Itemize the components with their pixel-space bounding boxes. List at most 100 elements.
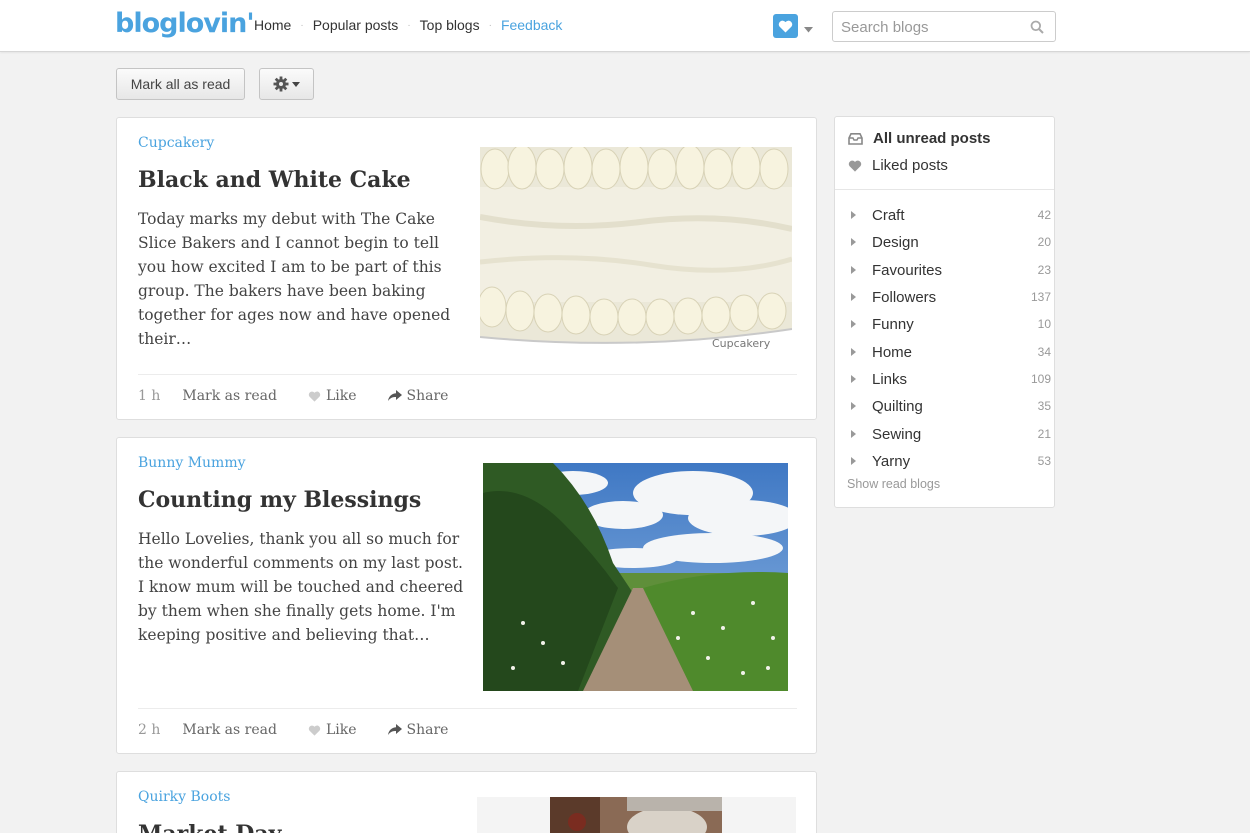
category-label: Design (872, 233, 919, 251)
nav-popular-posts[interactable]: Popular posts (313, 17, 399, 33)
category-label: Followers (872, 288, 937, 306)
mark-as-read-link[interactable]: Mark as read (182, 388, 277, 404)
category-count: 53 (1037, 454, 1051, 468)
sidebar-item-favourites[interactable]: Favourites 23 (851, 260, 1051, 280)
triangle-right-icon (851, 348, 856, 356)
liked-posts-label: Liked posts (872, 157, 948, 174)
triangle-right-icon (851, 375, 856, 383)
sidebar-item-funny[interactable]: Funny 10 (851, 314, 1051, 334)
category-label: Sewing (872, 425, 922, 443)
post-card: Quirky Boots Market Day (116, 771, 817, 833)
category-count: 21 (1037, 427, 1051, 441)
all-unread-posts-link[interactable]: All unread posts (848, 130, 991, 147)
post-title[interactable]: Market Day (138, 821, 281, 833)
like-link[interactable]: Like (308, 388, 357, 404)
triangle-right-icon (851, 266, 856, 274)
nav-separator: · (407, 19, 411, 31)
mark-all-read-button[interactable]: Mark all as read (116, 68, 245, 100)
share-arrow-icon (387, 390, 402, 401)
sidebar-item-design[interactable]: Design 20 (851, 232, 1051, 252)
cake-photo: Cupcakery (480, 147, 792, 355)
category-label: Quilting (872, 397, 923, 415)
top-bar: bloglovin' Home · Popular posts · Top bl… (0, 0, 1250, 52)
settings-menu-button[interactable] (259, 68, 314, 100)
nav-top-blogs[interactable]: Top blogs (420, 17, 480, 33)
triangle-right-icon (851, 293, 856, 301)
logo[interactable]: bloglovin' (115, 8, 255, 39)
like-heart-icon (308, 725, 321, 736)
category-count: 23 (1037, 263, 1051, 277)
main-nav: Home · Popular posts · Top blogs · Feedb… (254, 17, 562, 33)
sidebar-item-links[interactable]: Links 109 (851, 369, 1051, 389)
category-count: 20 (1037, 235, 1051, 249)
post-actions: 2 h Mark as read Like Share (138, 722, 479, 738)
post-image[interactable] (483, 463, 788, 691)
share-label: Share (406, 722, 449, 738)
mark-as-read-label: Mark as read (182, 388, 277, 404)
nav-home[interactable]: Home (254, 17, 291, 33)
caret-down-icon (804, 27, 813, 33)
search-icon[interactable] (1030, 20, 1044, 39)
like-label: Like (325, 722, 357, 738)
heart-icon (848, 160, 862, 172)
gear-icon (273, 76, 289, 92)
category-label: Funny (872, 315, 914, 333)
sidebar-item-craft[interactable]: Craft 42 (851, 205, 1051, 225)
post-card: Cupcakery Black and White Cake Today mar… (116, 117, 817, 420)
market-photo (550, 797, 722, 833)
show-read-blogs-link[interactable]: Show read blogs (847, 477, 940, 491)
likes-menu-button[interactable] (773, 14, 798, 38)
search-input[interactable] (841, 17, 1021, 37)
post-excerpt: Today marks my debut with The Cake Slice… (138, 210, 451, 348)
likes-menu-caret[interactable] (804, 20, 813, 38)
all-unread-posts-label: All unread posts (873, 130, 991, 147)
sidebar: All unread posts Liked posts Craft 42 Des… (834, 116, 1055, 508)
post-time: 1 h (138, 388, 161, 404)
post-divider (138, 374, 797, 375)
path-photo (483, 463, 788, 691)
category-count: 137 (1030, 290, 1051, 304)
blog-name-link[interactable]: Bunny Mummy (138, 455, 246, 471)
category-label: Favourites (872, 261, 943, 279)
share-label: Share (406, 388, 449, 404)
category-count: 109 (1030, 372, 1051, 386)
post-card: Bunny Mummy Counting my Blessings Hello … (116, 437, 817, 754)
category-count: 10 (1037, 317, 1051, 331)
triangle-right-icon (851, 457, 856, 465)
category-label: Home (872, 343, 913, 361)
triangle-right-icon (851, 430, 856, 438)
post-time: 2 h (138, 722, 161, 738)
sidebar-item-sewing[interactable]: Sewing 21 (851, 424, 1051, 444)
mark-as-read-link[interactable]: Mark as read (182, 722, 277, 738)
sidebar-item-followers[interactable]: Followers 137 (851, 287, 1051, 307)
triangle-right-icon (851, 238, 856, 246)
like-label: Like (325, 388, 357, 404)
post-divider (138, 708, 797, 709)
category-label: Yarny (872, 452, 911, 470)
like-heart-icon (308, 391, 321, 402)
sidebar-item-home[interactable]: Home 34 (851, 342, 1051, 362)
nav-feedback[interactable]: Feedback (501, 17, 562, 33)
triangle-right-icon (851, 211, 856, 219)
liked-posts-link[interactable]: Liked posts (848, 157, 948, 174)
post-title[interactable]: Black and White Cake (138, 167, 411, 193)
like-link[interactable]: Like (308, 722, 357, 738)
category-count: 34 (1037, 345, 1051, 359)
blog-name-link[interactable]: Cupcakery (138, 135, 214, 151)
share-link[interactable]: Share (387, 722, 449, 738)
sidebar-item-yarny[interactable]: Yarny 53 (851, 451, 1051, 471)
post-actions: 1 h Mark as read Like Share (138, 388, 479, 404)
blog-name-link[interactable]: Quirky Boots (138, 789, 230, 805)
post-image[interactable]: Cupcakery (480, 147, 792, 355)
post-image[interactable] (477, 797, 796, 833)
inbox-icon (848, 132, 863, 145)
heart-icon (778, 20, 793, 33)
sidebar-item-quilting[interactable]: Quilting 35 (851, 396, 1051, 416)
nav-separator: · (488, 19, 492, 31)
post-title[interactable]: Counting my Blessings (138, 487, 421, 513)
share-link[interactable]: Share (387, 388, 449, 404)
caret-down-icon (292, 81, 300, 87)
image-watermark: Cupcakery (712, 337, 771, 350)
sidebar-divider (835, 189, 1054, 190)
category-count: 35 (1037, 399, 1051, 413)
